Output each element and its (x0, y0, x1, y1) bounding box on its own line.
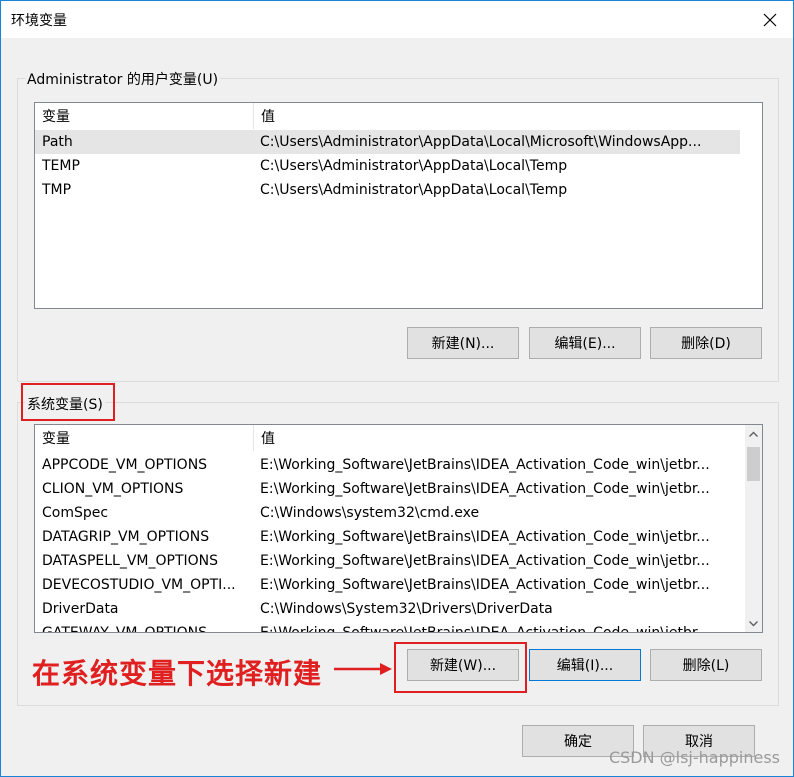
chevron-down-icon (749, 620, 758, 626)
title-bar: 环境变量 (1, 1, 793, 38)
table-row[interactable]: TMP C:\Users\Administrator\AppData\Local… (35, 178, 740, 202)
list-header: 变量 值 (35, 103, 762, 129)
table-row[interactable]: DriverData C:\Windows\System32\Drivers\D… (35, 597, 744, 621)
scroll-thumb[interactable] (747, 447, 760, 481)
user-variables-label: Administrator 的用户变量(U) (25, 69, 221, 89)
user-edit-button[interactable]: 编辑(E)... (529, 327, 641, 359)
table-row[interactable]: DEVECOSTUDIO_VM_OPTI... E:\Working_Softw… (35, 573, 744, 597)
chevron-up-icon (749, 431, 758, 437)
close-button[interactable] (747, 1, 793, 38)
variable-value: C:\Users\Administrator\AppData\Local\Tem… (260, 158, 568, 174)
watermark: CSDN @lsj-happiness (608, 748, 780, 767)
variable-name: TEMP (42, 158, 80, 174)
system-edit-button[interactable]: 编辑(I)... (529, 649, 641, 681)
variable-value: C:\Windows\system32\cmd.exe (260, 505, 480, 521)
user-variables-list[interactable]: 变量 值 Path C:\Users\Administrator\AppData… (34, 102, 763, 309)
variable-value: C:\Windows\System32\Drivers\DriverData (260, 601, 553, 617)
variable-name: GATEWAY_VM_OPTIONS (42, 625, 208, 633)
arrow-right-icon (334, 663, 392, 675)
close-icon (763, 13, 777, 26)
variable-name: ComSpec (42, 505, 109, 521)
variable-name: Path (42, 134, 73, 150)
user-delete-button[interactable]: 删除(D) (650, 327, 762, 359)
variable-name: CLION_VM_OPTIONS (42, 481, 184, 497)
scroll-down-button[interactable] (745, 615, 762, 632)
table-row[interactable]: TEMP C:\Users\Administrator\AppData\Loca… (35, 154, 740, 178)
user-new-button[interactable]: 新建(N)... (407, 327, 519, 359)
variable-name: APPCODE_VM_OPTIONS (42, 457, 208, 473)
list-header: 变量 值 (35, 425, 762, 451)
variable-name: DEVECOSTUDIO_VM_OPTI... (42, 577, 236, 593)
column-header-variable[interactable]: 变量 (35, 425, 253, 451)
column-header-variable[interactable]: 变量 (35, 103, 253, 129)
table-row[interactable]: Path C:\Users\Administrator\AppData\Loca… (35, 130, 740, 154)
variable-name: TMP (42, 182, 72, 198)
highlight-box-system-label (21, 383, 115, 421)
system-variables-list[interactable]: 变量 值 APPCODE_VM_OPTIONS E:\Working_Softw… (34, 424, 763, 633)
window-title: 环境变量 (11, 13, 67, 29)
table-row[interactable]: ComSpec C:\Windows\system32\cmd.exe (35, 501, 744, 525)
table-row[interactable]: DATASPELL_VM_OPTIONS E:\Working_Software… (35, 549, 744, 573)
table-row[interactable]: GATEWAY_VM_OPTIONS E:\Working_Software\J… (35, 621, 744, 633)
variable-value: E:\Working_Software\JetBrains\IDEA_Activ… (260, 625, 710, 633)
variable-value: C:\Users\Administrator\AppData\Local\Tem… (260, 182, 568, 198)
table-row[interactable]: APPCODE_VM_OPTIONS E:\Working_Software\J… (35, 453, 744, 477)
variable-value: E:\Working_Software\JetBrains\IDEA_Activ… (260, 481, 710, 497)
highlight-box-new-button (394, 642, 527, 693)
annotation-text: 在系统变量下选择新建 (32, 657, 323, 690)
scroll-up-button[interactable] (745, 425, 762, 442)
variable-value: E:\Working_Software\JetBrains\IDEA_Activ… (260, 577, 710, 593)
variable-value: E:\Working_Software\JetBrains\IDEA_Activ… (260, 553, 710, 569)
column-header-value[interactable]: 值 (253, 425, 744, 451)
variable-value: E:\Working_Software\JetBrains\IDEA_Activ… (260, 529, 710, 545)
variable-name: DATASPELL_VM_OPTIONS (42, 553, 219, 569)
table-row[interactable]: DATAGRIP_VM_OPTIONS E:\Working_Software\… (35, 525, 744, 549)
variable-name: DriverData (42, 601, 119, 617)
vertical-scrollbar[interactable] (745, 425, 762, 632)
variable-value: C:\Users\Administrator\AppData\Local\Mic… (260, 134, 702, 150)
system-delete-button[interactable]: 删除(L) (650, 649, 762, 681)
column-header-value[interactable]: 值 (253, 103, 762, 129)
variable-value: E:\Working_Software\JetBrains\IDEA_Activ… (260, 457, 710, 473)
variable-name: DATAGRIP_VM_OPTIONS (42, 529, 210, 545)
table-row[interactable]: CLION_VM_OPTIONS E:\Working_Software\Jet… (35, 477, 744, 501)
